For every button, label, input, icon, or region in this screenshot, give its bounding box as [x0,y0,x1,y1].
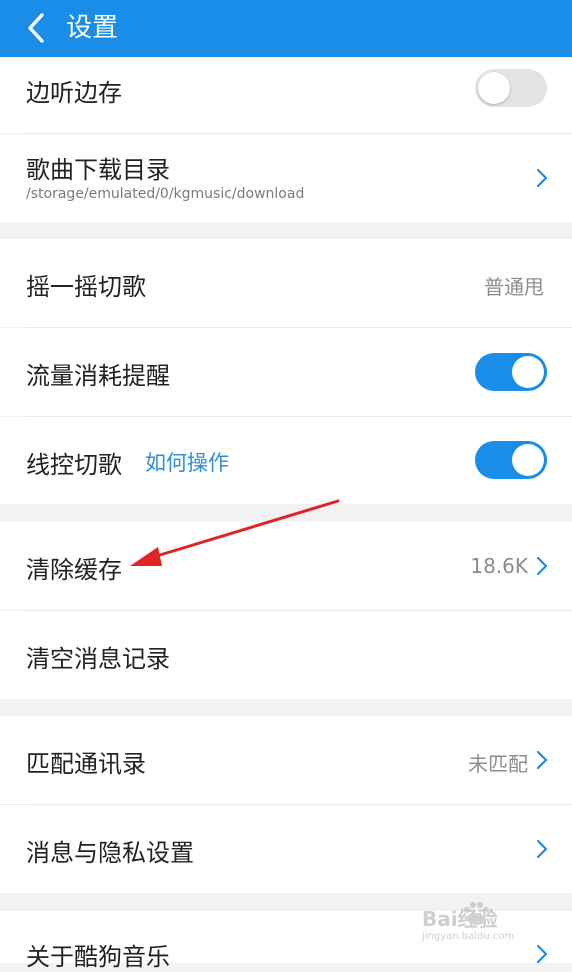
setting-label: 匹配通讯录 [26,750,146,778]
setting-row-clear-cache[interactable]: 清除缓存 18.6K [0,522,572,610]
watermark-text: Bai经验 [422,907,498,931]
setting-label: 边听边存 [26,79,122,107]
setting-label: 摇一摇切歌 [26,273,146,301]
cache-size-value: 18.6K [470,554,528,578]
setting-label: 线控切歌 [26,451,122,479]
setting-row-privacy[interactable]: 消息与隐私设置 [0,805,572,893]
toggle-knob [478,72,510,104]
setting-row-clear-messages[interactable]: 清空消息记录 [0,611,572,699]
setting-label: 关于酷狗音乐 [26,943,170,971]
chevron-right-icon [536,750,548,770]
page-title: 设置 [66,13,119,43]
setting-label: 流量消耗提醒 [26,362,170,390]
chevron-right-icon [536,839,548,859]
chevron-right-icon [536,168,548,188]
setting-row-download-dir[interactable]: 歌曲下载目录 /storage/emulated/0/kgmusic/downl… [0,134,572,222]
shake-mode-value: 普通甩 [484,275,544,299]
setting-row-wire-control[interactable]: 线控切歌 如何操作 [0,417,572,504]
top-bar: 设置 [0,0,572,57]
toggle-knob [512,444,544,476]
setting-row-traffic[interactable]: 流量消耗提醒 [0,328,572,416]
setting-row-contacts[interactable]: 匹配通讯录 未匹配 [0,716,572,804]
setting-label: 歌曲下载目录 [26,156,170,184]
contacts-match-value: 未匹配 [468,752,528,776]
watermark-url: jingyan.baidu.com [422,931,515,942]
toggle-knob [512,356,544,388]
setting-row-listen-cache[interactable]: 边听边存 [0,57,572,133]
back-arrow-icon[interactable] [20,10,56,46]
wire-control-toggle[interactable] [475,441,547,479]
download-path: /storage/emulated/0/kgmusic/download [26,186,305,202]
listen-cache-toggle[interactable] [475,69,547,107]
setting-label: 清空消息记录 [26,645,170,673]
setting-label: 消息与隐私设置 [26,839,194,867]
setting-row-shake[interactable]: 摇一摇切歌 普通甩 [0,239,572,327]
baidu-watermark: Bai经验 jingyan.baidu.com [422,901,562,947]
how-to-link[interactable]: 如何操作 [145,447,229,477]
chevron-right-icon [536,556,548,576]
traffic-reminder-toggle[interactable] [475,353,547,391]
setting-label: 清除缓存 [26,556,122,584]
